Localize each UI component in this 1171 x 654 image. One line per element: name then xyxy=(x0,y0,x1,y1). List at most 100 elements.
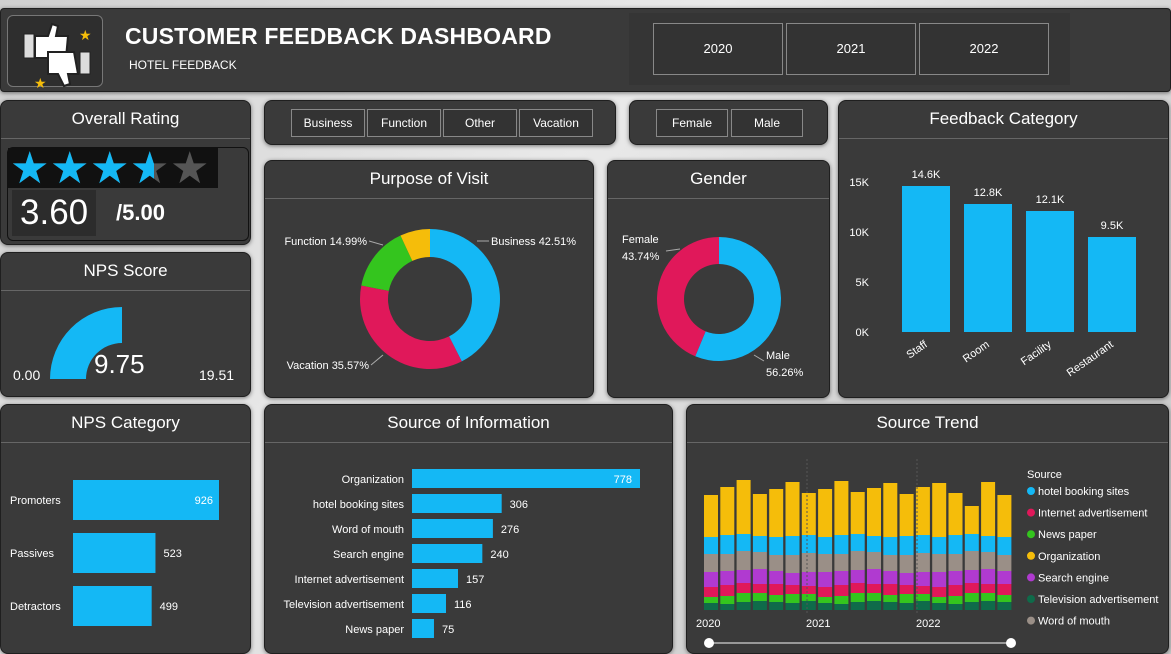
donut-slice xyxy=(360,285,462,370)
source-trend-title: Source Trend xyxy=(687,405,1168,443)
x-tick-label: Facility xyxy=(1019,338,1054,368)
trend-band-segment xyxy=(704,537,718,554)
trend-band-segment xyxy=(981,569,996,584)
legend-item-label: News paper xyxy=(1038,529,1097,541)
trend-band-segment xyxy=(867,488,881,536)
rating-inner-box: ★ ★ ★ ★ ★ ★ ★ ★ ★ ★ 3.60 /5.00 xyxy=(7,144,249,241)
trend-band-segment xyxy=(932,597,947,603)
overall-rating-title: Overall Rating xyxy=(1,101,250,139)
star-rating: ★ ★ ★ ★ ★ ★ ★ ★ ★ ★ xyxy=(8,144,218,193)
x-tick-label: Restaurant xyxy=(1065,339,1116,380)
slicer-vacation[interactable]: Vacation xyxy=(519,109,593,137)
source-data-label: 157 xyxy=(466,574,484,586)
trend-band-segment xyxy=(883,537,898,555)
nps-value: 9.75 xyxy=(94,349,145,379)
trend-band-segment xyxy=(867,536,881,552)
trend-band-segment xyxy=(964,583,979,593)
range-handle-end[interactable] xyxy=(1006,638,1016,648)
range-handle-start[interactable] xyxy=(704,638,714,648)
trend-band-segment xyxy=(867,601,881,610)
source-bar xyxy=(412,619,434,638)
trend-band-segment xyxy=(915,487,930,535)
source-data-label: 75 xyxy=(442,624,454,636)
trend-band-segment xyxy=(948,571,963,585)
trend-band-segment xyxy=(899,603,914,610)
nps-category-label: Promoters xyxy=(10,495,61,507)
trend-band-segment xyxy=(883,571,898,584)
y-tick-label: 10K xyxy=(849,227,869,239)
trend-band-segment xyxy=(704,495,718,537)
trend-band-segment xyxy=(915,594,930,601)
trend-band-segment xyxy=(932,572,947,587)
trend-band-segment xyxy=(704,587,718,597)
trend-band-segment xyxy=(867,569,881,584)
legend-marker xyxy=(1027,487,1035,495)
trend-band-segment xyxy=(883,555,898,571)
trend-band-segment xyxy=(867,552,881,569)
slicer-other[interactable]: Other xyxy=(443,109,517,137)
slicer-business[interactable]: Business xyxy=(291,109,365,137)
nps-category-card: NPS Category Promoters 926 Passives 523 Detr… xyxy=(0,404,251,654)
purpose-data-label: Function 14.99% xyxy=(284,236,367,248)
dashboard-title: CUSTOMER FEEDBACK DASHBOARD xyxy=(125,23,552,49)
slicer-female[interactable]: Female xyxy=(656,109,728,137)
gender-title: Gender xyxy=(608,161,829,199)
trend-band-segment xyxy=(899,573,914,585)
y-tick-label: 5K xyxy=(856,277,870,289)
year-2020-button[interactable]: 2020 xyxy=(653,23,783,75)
trend-band-segment xyxy=(850,570,865,583)
logo-tile: ★ ★ xyxy=(7,15,103,91)
trend-band-segment xyxy=(981,552,996,569)
trend-band-segment xyxy=(964,506,979,534)
trend-band-segment xyxy=(932,554,947,572)
feedback-data-label: 12.1K xyxy=(1036,194,1065,206)
trend-band-segment xyxy=(736,570,751,583)
trend-band-segment xyxy=(818,603,833,610)
source-category-label: Television advertisement xyxy=(284,599,404,611)
source-bar xyxy=(412,544,483,563)
nps-category-bar xyxy=(73,533,156,573)
trend-band-segment xyxy=(867,584,881,593)
leader-line xyxy=(370,354,384,366)
source-category-label: Internet advertisement xyxy=(295,574,404,586)
slicer-function[interactable]: Function xyxy=(367,109,441,137)
feedback-category-card: Feedback Category 0K 5K 10K 15K 14.6K Staff 12… xyxy=(838,100,1169,398)
year-2021-button[interactable]: 2021 xyxy=(786,23,916,75)
legend-item-label: Internet advertisement xyxy=(1038,508,1147,520)
rating-value: 3.60 xyxy=(12,190,97,236)
trend-band-segment xyxy=(899,555,914,573)
trend-band-segment xyxy=(834,604,849,610)
trend-x-tick: 2022 xyxy=(916,618,940,630)
x-tick-label: Staff xyxy=(904,338,930,361)
trend-band-segment xyxy=(720,535,735,554)
trend-band-segment xyxy=(769,571,784,584)
source-bar xyxy=(412,469,640,488)
gender-slicer-card: Female Male xyxy=(629,100,828,145)
slicer-male[interactable]: Male xyxy=(731,109,803,137)
trend-band-segment xyxy=(899,536,914,555)
trend-band-segment xyxy=(785,536,800,555)
gender-value-male: 56.26% xyxy=(766,367,804,379)
trend-band-segment xyxy=(997,495,1012,537)
trend-band-segment xyxy=(769,489,784,537)
year-slicer: 2020 2021 2022 xyxy=(629,13,1070,85)
feedback-category-title: Feedback Category xyxy=(839,101,1168,139)
trend-band-segment xyxy=(997,602,1012,610)
feedback-data-label: 9.5K xyxy=(1101,220,1124,232)
purpose-of-visit-card: Purpose of Visit Business 42.51% Vacation… xyxy=(264,160,594,398)
trend-band-segment xyxy=(899,594,914,603)
legend-marker xyxy=(1027,530,1035,539)
trend-band-segment xyxy=(752,494,767,536)
y-tick-label: 15K xyxy=(849,177,869,189)
year-2022-button[interactable]: 2022 xyxy=(919,23,1049,75)
trend-band-segment xyxy=(785,594,800,603)
source-data-label: 306 xyxy=(510,499,528,511)
source-of-information-chart: Organization 778 hotel booking sites 306 Wor… xyxy=(284,469,640,638)
trend-band-segment xyxy=(883,602,898,610)
nps-category-label: Detractors xyxy=(10,601,61,613)
trend-band-segment xyxy=(801,535,816,553)
trend-band-segment xyxy=(948,604,963,610)
trend-band-segment xyxy=(834,571,849,585)
trend-band-segment xyxy=(834,535,849,554)
purpose-data-label: Vacation 35.57% xyxy=(287,360,370,372)
